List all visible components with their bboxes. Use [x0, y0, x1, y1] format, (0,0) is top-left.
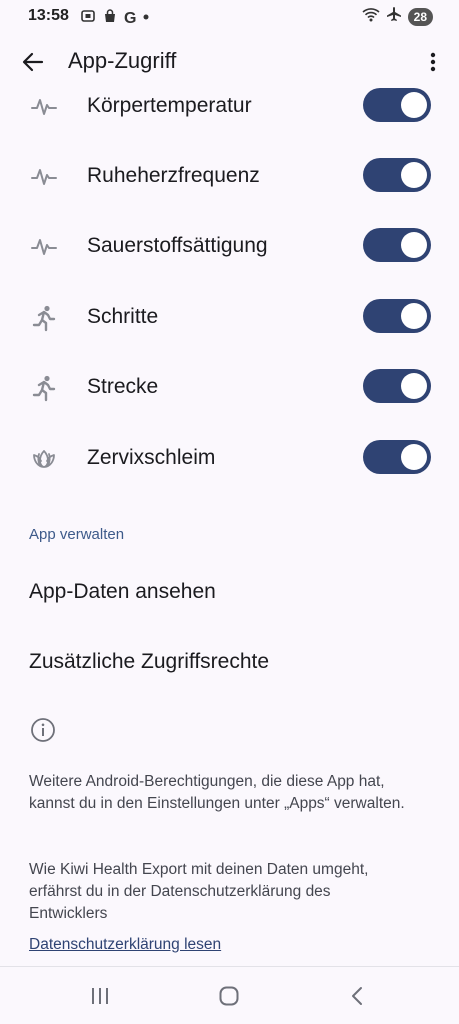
permission-row-schritte[interactable]: Schritte	[0, 283, 459, 353]
permission-label: Schritte	[87, 305, 159, 328]
google-g-icon: G	[124, 9, 137, 27]
airplane-icon	[386, 6, 402, 27]
page-title: App-Zugriff	[68, 48, 177, 73]
section-header-app-verwalten: App verwalten	[29, 526, 125, 543]
info-text-permissions: Weitere Android-Berechtigungen, die dies…	[29, 773, 405, 812]
permission-label: Sauerstoffsättigung	[87, 234, 268, 257]
recents-icon	[92, 988, 108, 1004]
home-icon	[219, 986, 239, 1006]
permission-label: Strecke	[87, 375, 159, 398]
permission-label: Körpertemperatur	[87, 94, 252, 117]
status-icons-left: G	[80, 8, 150, 29]
info-text-privacy: Wie Kiwi Health Export mit deinen Daten …	[29, 861, 369, 922]
vitals-icon	[31, 169, 57, 185]
lotus-icon	[33, 450, 55, 468]
permission-row-strecke[interactable]: Strecke	[0, 353, 459, 423]
wifi-icon	[362, 6, 380, 27]
permission-toggle[interactable]	[363, 88, 431, 122]
vitals-icon	[31, 99, 57, 115]
status-icons-right: 28	[362, 6, 433, 27]
privacy-policy-link[interactable]: Datenschutzerklärung lesen	[29, 936, 221, 954]
permission-row-ruheherzfrequenz[interactable]: Ruheherzfrequenz	[0, 142, 459, 212]
screenshot-icon	[80, 8, 96, 29]
permission-toggle[interactable]	[363, 369, 431, 403]
permission-toggle[interactable]	[363, 299, 431, 333]
permission-row-sauerstoffsaettigung[interactable]: Sauerstoffsättigung	[0, 212, 459, 282]
vitals-icon	[31, 239, 57, 255]
chevron-left-icon	[352, 987, 362, 1005]
permission-row-koerpertemperatur[interactable]: Körpertemperatur	[0, 72, 459, 142]
permission-toggle[interactable]	[363, 158, 431, 192]
info-icon	[31, 718, 55, 742]
system-nav-bar	[0, 967, 459, 1024]
permission-label: Zervixschleim	[87, 446, 216, 469]
toggle-knob	[401, 303, 427, 329]
permission-row-zervixschleim[interactable]: Zervixschleim	[0, 424, 459, 492]
permission-list[interactable]: Körpertemperatur Ruheherzfrequenz Sauers…	[0, 72, 459, 492]
back-nav-button[interactable]	[337, 979, 377, 1013]
running-icon	[32, 305, 56, 332]
arrow-back-icon	[22, 52, 44, 72]
permission-label: Ruheherzfrequenz	[87, 164, 260, 187]
toggle-knob	[401, 92, 427, 118]
toggle-knob	[401, 232, 427, 258]
status-bar: 13:58 G 28	[0, 0, 459, 34]
dot-icon	[142, 8, 150, 29]
permission-toggle[interactable]	[363, 228, 431, 262]
home-button[interactable]	[209, 979, 249, 1013]
battery-indicator: 28	[407, 7, 433, 26]
bag-icon	[102, 8, 118, 29]
view-app-data-item[interactable]: App-Daten ansehen	[29, 580, 216, 604]
more-vert-icon	[430, 52, 436, 72]
status-time: 13:58	[28, 7, 69, 24]
additional-permissions-item[interactable]: Zusätzliche Zugriffsrechte	[29, 650, 269, 674]
running-icon	[32, 375, 56, 402]
toggle-knob	[401, 373, 427, 399]
toggle-knob	[401, 444, 427, 470]
toggle-knob	[401, 162, 427, 188]
permission-toggle[interactable]	[363, 440, 431, 474]
recents-button[interactable]	[80, 979, 120, 1013]
